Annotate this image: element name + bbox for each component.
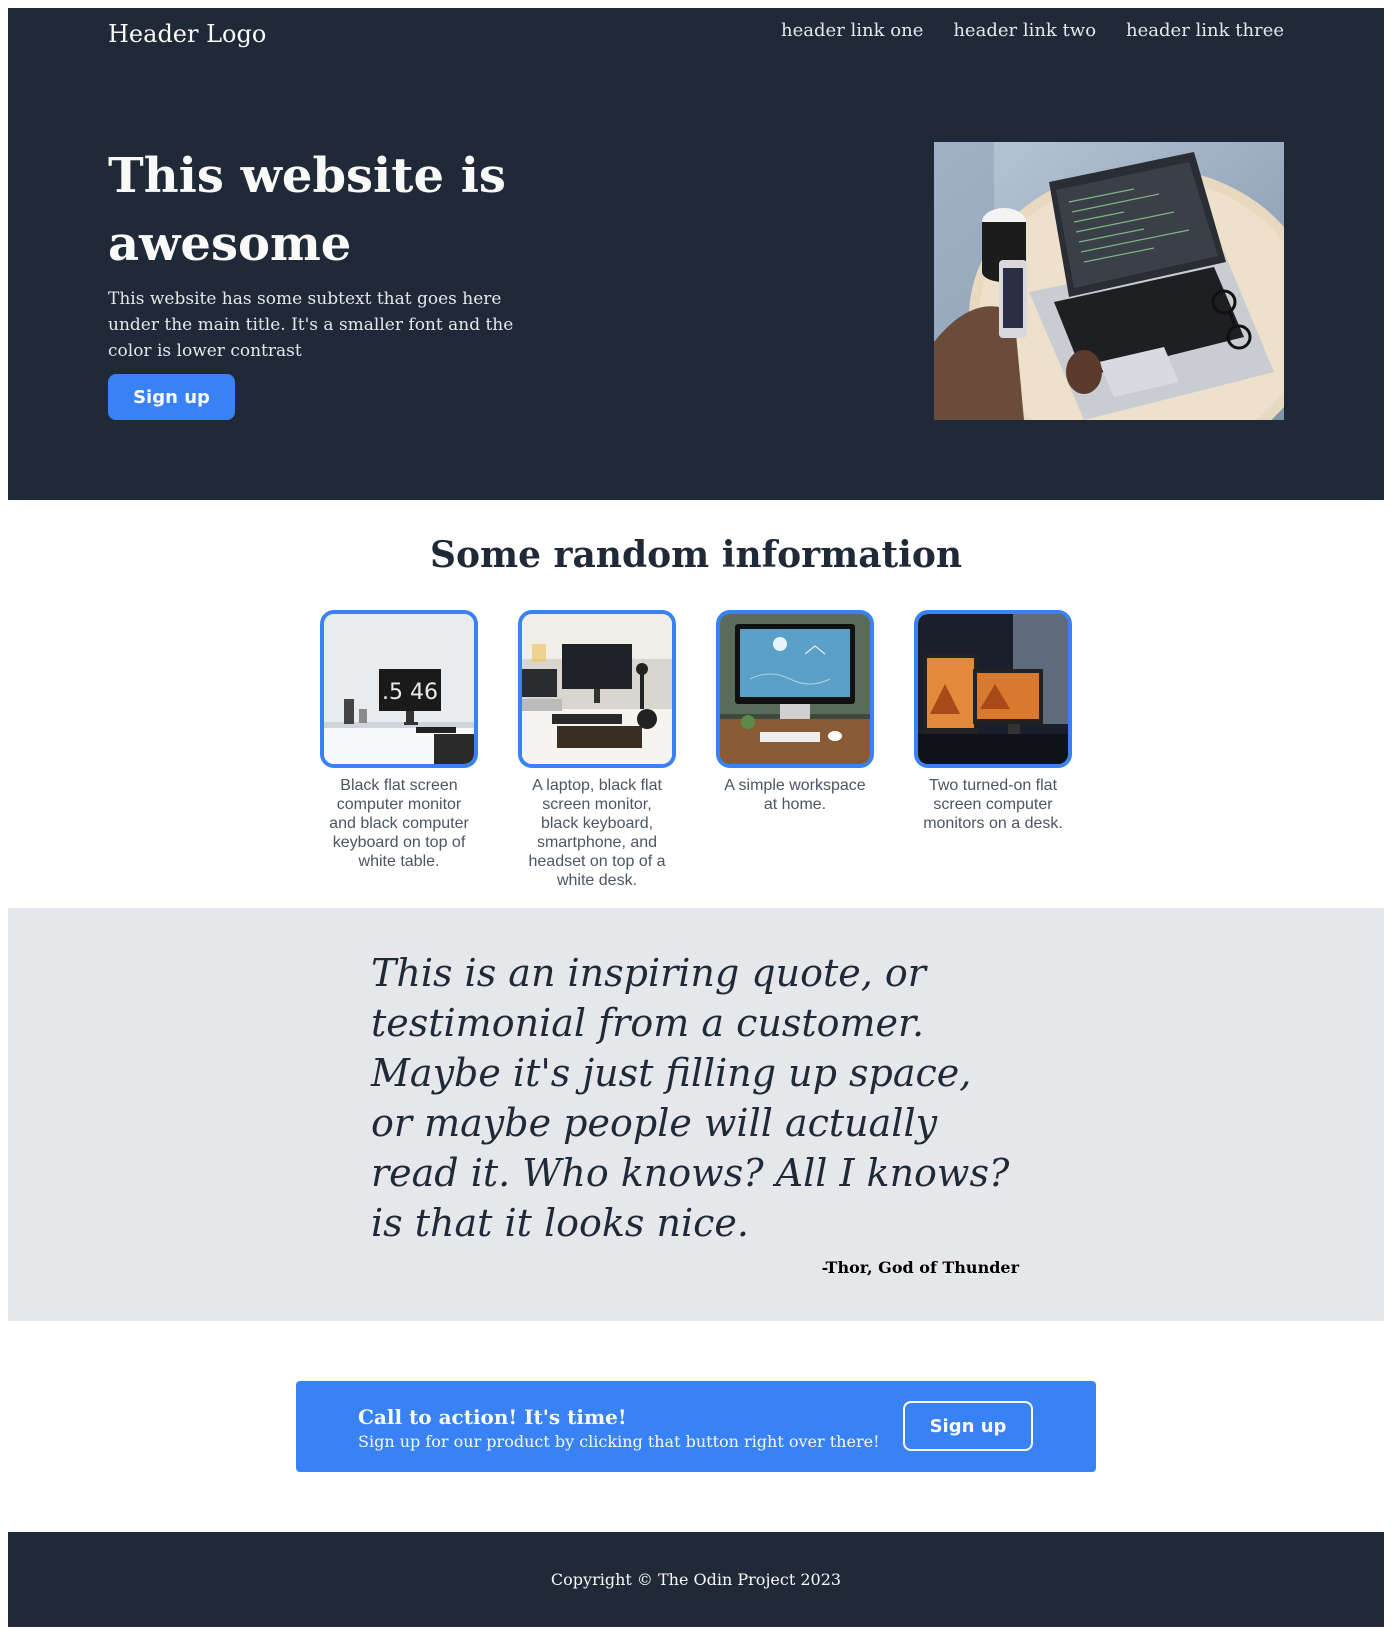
header-link-one[interactable]: header link one bbox=[781, 20, 923, 41]
card-caption: Two turned-on flat screen computer monit… bbox=[923, 777, 1063, 832]
info-card: Two turned-on flat screen computer monit… bbox=[914, 610, 1072, 890]
hero-image bbox=[934, 142, 1284, 420]
cta-title: Call to action! It's time! bbox=[358, 1405, 627, 1429]
card-caption: Black flat screen computer monitor and b… bbox=[329, 777, 469, 870]
dual-monitor-image bbox=[918, 614, 1068, 764]
laptop-workspace-image bbox=[934, 142, 1284, 420]
footer-copyright: Copyright © The Odin Project 2023 bbox=[550, 1570, 842, 1589]
svg-text:.5 46: .5 46 bbox=[382, 680, 438, 705]
card-caption: A laptop, black flat screen monitor, bla… bbox=[528, 777, 666, 889]
cta-signup-button[interactable]: Sign up bbox=[903, 1401, 1033, 1451]
hero-signup-button[interactable]: Sign up bbox=[108, 374, 235, 420]
home-workspace-image bbox=[720, 614, 870, 764]
footer: Copyright © The Odin Project 2023 bbox=[8, 1532, 1384, 1627]
quote-text: This is an inspiring quote, or testimoni… bbox=[371, 951, 1010, 1245]
info-card: A simple workspace at home. bbox=[716, 610, 874, 890]
cta-box: Call to action! It's time! Sign up for o… bbox=[296, 1381, 1096, 1472]
cta-section: Call to action! It's time! Sign up for o… bbox=[8, 1321, 1384, 1532]
info-title: Some random information bbox=[429, 534, 963, 576]
info-card: .5 46 Black flat screen computer monitor… bbox=[320, 610, 478, 890]
hero-subtext: This website has some subtext that goes … bbox=[108, 289, 514, 361]
quote-section: This is an inspiring quote, or testimoni… bbox=[8, 908, 1384, 1321]
quote-author: -Thor, God of Thunder bbox=[821, 1258, 1019, 1277]
card-caption: A simple workspace at home. bbox=[724, 777, 866, 813]
cta-subtext: Sign up for our product by clicking that… bbox=[358, 1432, 880, 1451]
header-logo[interactable]: Header Logo bbox=[108, 20, 266, 48]
card-image: .5 46 bbox=[320, 610, 478, 768]
monitor-desk-image: .5 46 bbox=[324, 614, 474, 764]
card-image bbox=[914, 610, 1072, 768]
page: Header Logo header link one header link … bbox=[8, 8, 1384, 1627]
header-link-three[interactable]: header link three bbox=[1126, 20, 1284, 41]
header-link-two[interactable]: header link two bbox=[953, 20, 1096, 41]
hero-section: Header Logo header link one header link … bbox=[8, 8, 1384, 500]
header-nav: header link one header link two header l… bbox=[781, 20, 1284, 41]
card-image bbox=[716, 610, 874, 768]
card-image bbox=[518, 610, 676, 768]
hero-title: This website is awesome bbox=[108, 148, 506, 272]
info-section: Some random information .5 46 Black flat… bbox=[8, 500, 1384, 908]
desk-setup-image bbox=[522, 614, 672, 764]
info-cards: .5 46 Black flat screen computer monitor… bbox=[320, 610, 1072, 890]
info-card: A laptop, black flat screen monitor, bla… bbox=[518, 610, 676, 890]
